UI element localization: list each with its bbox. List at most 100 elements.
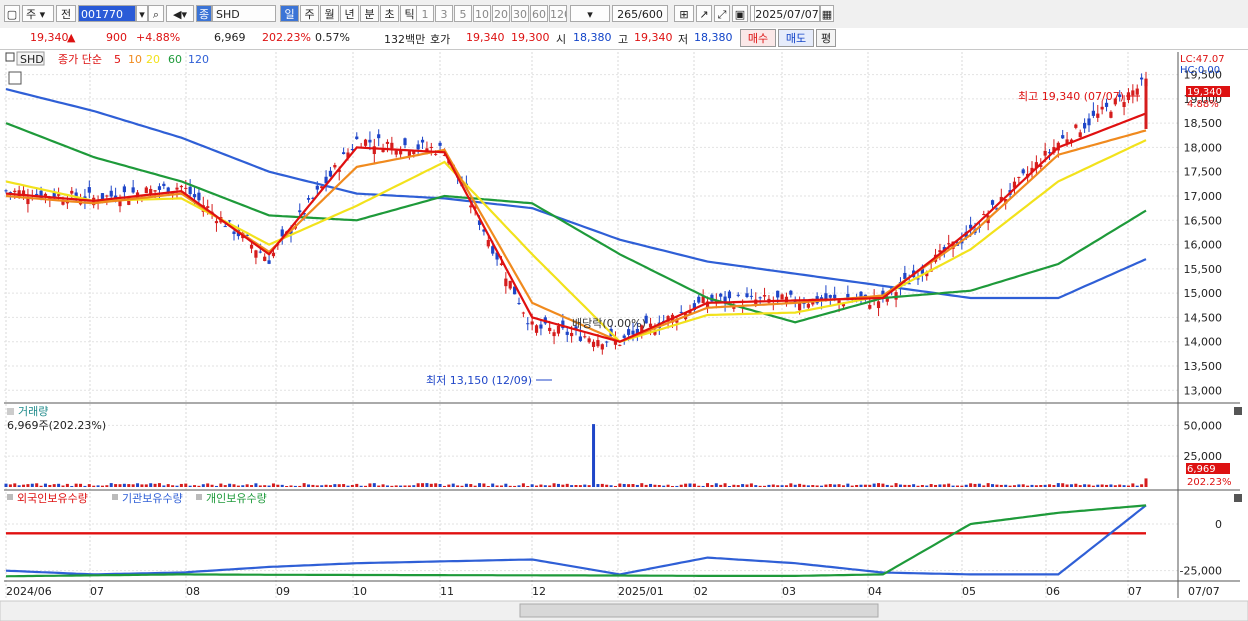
candle-body bbox=[394, 150, 398, 155]
volume-bar bbox=[552, 483, 556, 487]
dividend-annotation: 배당락(0.00%) bbox=[572, 317, 646, 330]
zoom-icon[interactable]: ⤢ bbox=[714, 5, 730, 22]
chart-tools-icon[interactable]: ⊞ bbox=[674, 5, 694, 22]
interval-button-30[interactable]: 30 bbox=[511, 5, 529, 22]
volume-bar bbox=[219, 483, 223, 487]
last-volume-tag-text: 6,969 bbox=[1187, 464, 1216, 475]
volume-bar bbox=[1078, 485, 1082, 487]
volume-pane-close[interactable] bbox=[1234, 407, 1242, 415]
volume-bar bbox=[473, 485, 477, 487]
volume-bar bbox=[74, 483, 78, 487]
volume-bar bbox=[236, 485, 240, 487]
interval-button-10[interactable]: 10 bbox=[473, 5, 491, 22]
interval-button-3[interactable]: 3 bbox=[435, 5, 453, 22]
volume-bar bbox=[17, 485, 21, 487]
ma-legend-60: 60 bbox=[168, 53, 182, 66]
code-dropdown-icon[interactable]: ▾ bbox=[136, 5, 148, 22]
volume-bar bbox=[114, 484, 118, 487]
volume-bar bbox=[605, 484, 609, 487]
candle-body bbox=[578, 336, 582, 341]
draw-icon[interactable]: ↗ bbox=[696, 5, 712, 22]
x-axis-label: 03 bbox=[782, 585, 796, 598]
volume-bar bbox=[425, 483, 429, 487]
candle-body bbox=[587, 338, 591, 343]
candle-body bbox=[192, 194, 197, 198]
volume-bar bbox=[26, 484, 30, 487]
interval-button-120[interactable]: 120 bbox=[549, 5, 567, 22]
volume-bar bbox=[868, 484, 872, 487]
calc-icon[interactable] bbox=[8, 71, 22, 85]
hc-label: HC:0.00 bbox=[1180, 65, 1220, 76]
volume-bar bbox=[65, 483, 69, 487]
volume-bar bbox=[859, 484, 863, 487]
sell-button[interactable]: 매도 bbox=[778, 29, 814, 47]
low-price: 18,380 bbox=[694, 31, 733, 44]
interval-button-5[interactable]: 5 bbox=[454, 5, 472, 22]
period-tab-2[interactable]: 월 bbox=[320, 5, 339, 22]
high-price: 19,340 bbox=[634, 31, 673, 44]
candle-body bbox=[762, 295, 767, 297]
volume-bar bbox=[570, 485, 574, 487]
chart-area[interactable]: 13,000 13,500 14,000 14,500 15,000 15,500 16,0… bbox=[0, 50, 1248, 621]
volume-bar bbox=[736, 485, 740, 487]
volume-bar bbox=[771, 484, 775, 487]
candle-body bbox=[214, 221, 219, 224]
interval-dropdown[interactable]: ▾ bbox=[570, 5, 610, 22]
candle-body bbox=[679, 311, 683, 313]
stock-name-field[interactable]: SHD bbox=[212, 5, 276, 22]
period-tab-1[interactable]: 주 bbox=[300, 5, 319, 22]
calendar-icon[interactable]: ▦ bbox=[820, 5, 834, 22]
candle-body bbox=[70, 190, 74, 194]
period-tab-3[interactable]: 년 bbox=[340, 5, 359, 22]
candle-body bbox=[828, 295, 832, 298]
interval-button-20[interactable]: 20 bbox=[492, 5, 510, 22]
count-field[interactable]: 265/600 bbox=[612, 5, 668, 22]
volume-bar bbox=[706, 483, 710, 487]
volume-bar bbox=[421, 483, 425, 487]
volume-bar bbox=[846, 483, 850, 487]
eval-button[interactable]: 평 bbox=[816, 29, 836, 47]
scroll-thumb[interactable] bbox=[519, 603, 879, 618]
stock-code-input[interactable]: 001770 bbox=[78, 5, 136, 22]
holding-pane-close[interactable] bbox=[1234, 494, 1242, 502]
candle-body bbox=[727, 291, 732, 299]
volume-bar bbox=[1087, 484, 1091, 487]
window-menu-icon[interactable]: ▢ bbox=[4, 5, 20, 22]
bid-price: 19,300 bbox=[511, 31, 550, 44]
toolbar: ▢ 주 ▾ 전 001770 ▾ ⌕ ◀▾ 종 SHD 일주월년분초틱 1351… bbox=[0, 0, 1248, 29]
volume-bar bbox=[850, 485, 854, 487]
buy-button[interactable]: 매수 bbox=[740, 29, 776, 47]
volume-bar bbox=[973, 483, 977, 487]
volume-bar bbox=[995, 484, 999, 487]
candle-body bbox=[385, 141, 390, 144]
period-tab-4[interactable]: 분 bbox=[360, 5, 379, 22]
save-icon[interactable]: ▣ bbox=[732, 5, 748, 22]
candle-body bbox=[1087, 118, 1091, 126]
market-select[interactable]: 주 ▾ bbox=[22, 5, 54, 22]
volume-bar bbox=[499, 485, 503, 487]
interval-button-1[interactable]: 1 bbox=[416, 5, 434, 22]
candle-body bbox=[403, 138, 407, 146]
candle-body bbox=[758, 297, 762, 299]
x-axis-label: 07 bbox=[1128, 585, 1142, 598]
speaker-icon[interactable]: ◀▾ bbox=[166, 5, 194, 22]
volume-tick: 50,000 bbox=[1184, 419, 1223, 432]
volume-bar bbox=[811, 485, 815, 487]
volume-bar bbox=[482, 483, 486, 487]
period-tab-5[interactable]: 초 bbox=[380, 5, 399, 22]
volume-bar bbox=[964, 484, 968, 487]
candle-body bbox=[719, 293, 723, 297]
prev-button[interactable]: 전 bbox=[56, 5, 76, 22]
search-icon[interactable]: ⌕ bbox=[148, 5, 164, 22]
period-tab-0[interactable]: 일 bbox=[280, 5, 299, 22]
price-tick: 17,000 bbox=[1184, 190, 1223, 203]
x-axis-label: 2024/06 bbox=[6, 585, 52, 598]
candle-body bbox=[596, 340, 600, 347]
volume-pane-icon[interactable] bbox=[7, 408, 14, 415]
volume-bar bbox=[767, 484, 771, 487]
volume-bar bbox=[977, 483, 981, 487]
interval-button-60[interactable]: 60 bbox=[530, 5, 548, 22]
date-field[interactable]: 2025/07/07 bbox=[754, 5, 820, 22]
last-pct: 4.88% bbox=[1187, 99, 1219, 110]
volume-bar bbox=[469, 484, 473, 487]
